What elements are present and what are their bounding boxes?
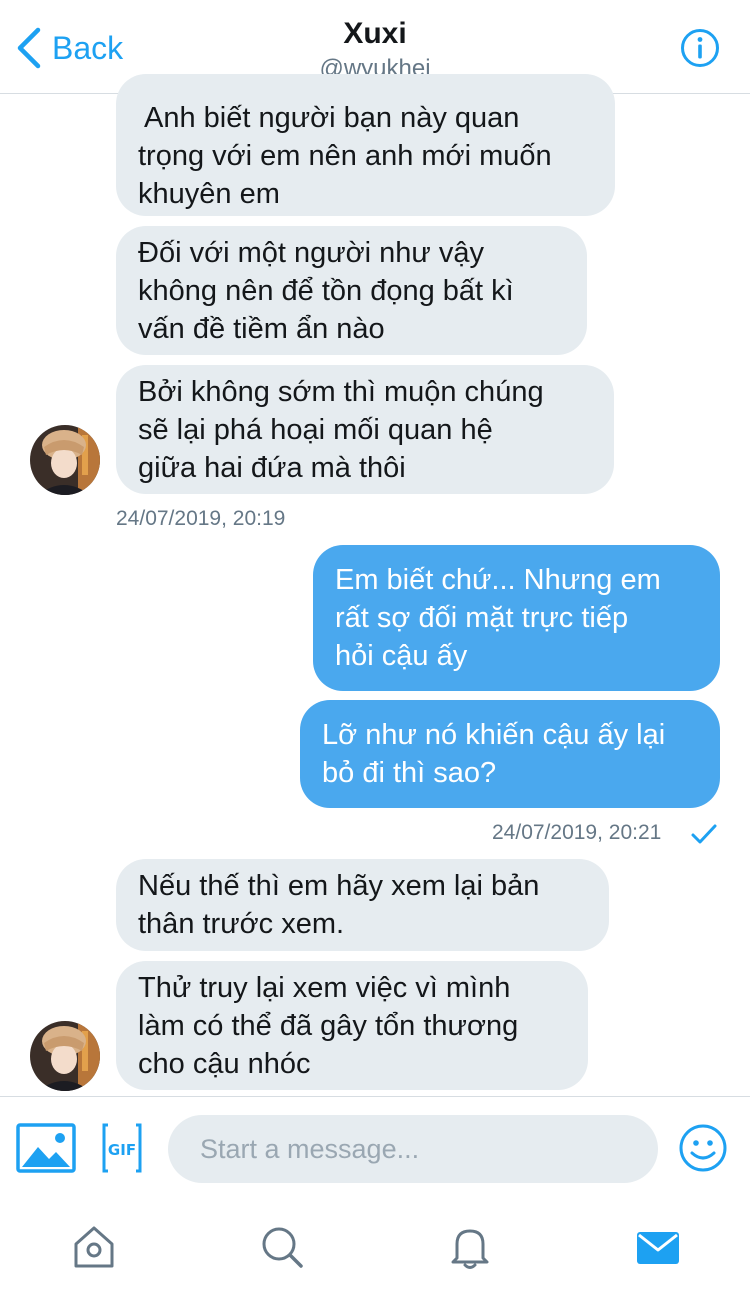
message-text-line: bỏ đi thì sao?	[322, 757, 497, 789]
profile-photo	[30, 425, 100, 495]
home-icon[interactable]	[71, 1224, 117, 1270]
message-input[interactable]	[168, 1115, 658, 1183]
message-bubble-incoming[interactable]: Thử truy lại xem việc vì mình làm có thể…	[116, 961, 588, 1090]
message-text-line: trọng với em nên anh mới muốn	[138, 140, 552, 172]
info-icon[interactable]	[680, 28, 720, 68]
notifications-icon[interactable]	[447, 1224, 493, 1270]
message-text-line: cho cậu nhóc	[138, 1047, 311, 1080]
profile-photo	[30, 1021, 100, 1091]
message-text-line: sẽ lại phá hoại mối quan hệ	[138, 413, 493, 446]
gif-label: GIF	[108, 1141, 136, 1159]
message-bubble-incoming[interactable]: Bởi không sớm thì muộn chúng sẽ lại phá …	[116, 365, 614, 494]
search-icon[interactable]	[259, 1224, 305, 1270]
chevron-left-icon	[17, 27, 41, 69]
message-composer: GIF	[0, 1096, 750, 1202]
message-text-line: Anh biết người bạn này quan	[144, 102, 520, 134]
message-text-line: Em biết chứ... Nhưng em	[335, 564, 661, 596]
message-bubble-incoming[interactable]: Anh biết người bạn này quan trọng với em…	[116, 74, 615, 216]
message-timestamp: 24/07/2019, 20:19	[116, 507, 286, 530]
message-text-line: khuyên em	[138, 178, 280, 210]
message-timestamp: 24/07/2019, 20:21	[492, 821, 662, 844]
message-text-line: làm có thể đã gây tổn thương	[138, 1009, 519, 1042]
emoji-icon[interactable]	[678, 1123, 728, 1173]
messages-icon[interactable]	[635, 1224, 681, 1270]
message-text-line: vấn đề tiềm ẩn nào	[138, 312, 385, 345]
gif-icon[interactable]: GIF	[102, 1123, 142, 1173]
message-bubble-incoming[interactable]: Nếu thế thì em hãy xem lại bản thân trướ…	[116, 859, 609, 951]
checkmark-icon	[691, 824, 717, 844]
contact-name: Xuxi	[343, 17, 407, 50]
message-text-line: rất sợ đối mặt trực tiếp	[335, 602, 629, 634]
tab-bar	[0, 1202, 750, 1299]
message-text-line: giữa hai đứa mà thôi	[138, 451, 406, 484]
message-text-line: thân trước xem.	[138, 908, 345, 940]
avatar[interactable]	[30, 1021, 100, 1091]
message-bubble-outgoing[interactable]: Lỡ như nó khiến cậu ấy lại bỏ đi thì sao…	[300, 700, 720, 808]
message-bubble-incoming[interactable]: Đối với một người như vậy không nên để t…	[116, 226, 587, 355]
message-text-line: Đối với một người như vậy	[138, 236, 485, 269]
back-button[interactable]: Back	[14, 24, 123, 72]
message-text-line: Bởi không sớm thì muộn chúng	[138, 375, 544, 408]
message-bubble-outgoing[interactable]: Em biết chứ... Nhưng em rất sợ đối mặt t…	[313, 545, 720, 691]
avatar[interactable]	[30, 425, 100, 495]
image-icon[interactable]	[16, 1123, 76, 1173]
message-text-line: không nên để tồn đọng bất kì	[138, 274, 514, 307]
message-text-line: Thử truy lại xem việc vì mình	[138, 971, 511, 1004]
back-label: Back	[52, 29, 124, 66]
message-text-line: hỏi cậu ấy	[335, 640, 468, 672]
message-text-line: Lỡ như nó khiến cậu ấy lại	[322, 719, 666, 751]
message-text-line: Nếu thế thì em hãy xem lại bản	[138, 870, 540, 902]
